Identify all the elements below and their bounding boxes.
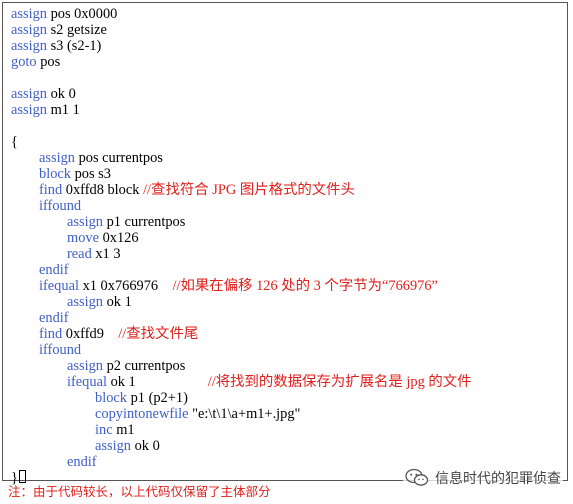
code-line: endif <box>11 310 563 326</box>
code-line: find 0xffd8 block //查找符合 JPG 图片格式的文件头 <box>11 182 563 198</box>
code-text: ok 1 <box>106 374 208 390</box>
code-keyword: ifequal <box>39 278 79 294</box>
code-text: pos 0x0000 <box>46 6 118 22</box>
code-comment: //将找到的数据保存为扩展名是 jpg 的文件 <box>207 374 472 390</box>
code-text: p2 currentpos <box>102 358 186 374</box>
code-line: { <box>11 134 563 150</box>
code-text: ok 1 <box>102 294 132 310</box>
code-keyword: assign <box>67 214 103 230</box>
code-keyword: goto <box>11 54 37 70</box>
code-line: assign s3 (s2-1) <box>11 38 563 54</box>
code-text: "e:\t\1\a+m1+.jpg" <box>188 406 301 422</box>
code-line: block pos s3 <box>11 166 563 182</box>
code-line: ifequal x1 0x766976 //如果在偏移 126 处的 3 个字节… <box>11 278 563 294</box>
code-line: iffound <box>11 342 563 358</box>
code-keyword: iffound <box>39 342 82 358</box>
code-keyword: assign <box>11 38 47 54</box>
code-line: assign ok 1 <box>11 294 563 310</box>
code-keyword: assign <box>11 22 47 38</box>
code-listing: assign pos 0x0000 assign s2 getsize assi… <box>11 6 563 486</box>
code-text: x1 3 <box>91 246 121 262</box>
code-line: assign p1 currentpos <box>11 214 563 230</box>
code-keyword: endif <box>67 454 97 470</box>
wechat-icon <box>405 468 429 488</box>
code-keyword: ifequal <box>67 374 107 390</box>
code-keyword: inc <box>95 422 113 438</box>
code-line: assign pos currentpos <box>11 150 563 166</box>
code-keyword: find <box>39 182 63 198</box>
code-keyword: assign <box>67 294 103 310</box>
watermark-text: 信息时代的犯罪侦查 <box>435 470 561 486</box>
code-text: p1 currentpos <box>102 214 186 230</box>
code-keyword: assign <box>39 150 75 166</box>
code-line: assign m1 1 <box>11 102 563 118</box>
code-line: endif <box>11 262 563 278</box>
code-text: pos s3 <box>70 166 111 182</box>
code-keyword: assign <box>67 358 103 374</box>
code-keyword: block <box>39 166 71 182</box>
code-listing-box: assign pos 0x0000 assign s2 getsize assi… <box>2 2 568 486</box>
code-keyword: iffound <box>39 198 82 214</box>
watermark: 信息时代的犯罪侦查 <box>403 466 563 490</box>
code-text: ok 0 <box>46 86 76 102</box>
code-line: assign s2 getsize <box>11 22 563 38</box>
code-keyword: read <box>67 246 92 262</box>
code-line: assign ok 0 <box>11 438 563 454</box>
code-line: read x1 3 <box>11 246 563 262</box>
code-keyword: endif <box>39 262 69 278</box>
code-keyword: assign <box>11 86 47 102</box>
code-text: p1 (p2+1) <box>126 390 188 406</box>
code-comment: //如果在偏移 126 处的 3 个字节为“766976” <box>172 278 438 294</box>
code-line: find 0xffd9 //查找文件尾 <box>11 326 563 342</box>
code-text: s2 getsize <box>46 22 107 38</box>
code-line: assign ok 0 <box>11 86 563 102</box>
code-text: 0xffd8 block <box>62 182 144 198</box>
code-comment: //查找文件尾 <box>118 326 199 342</box>
code-text: 0x126 <box>98 230 139 246</box>
footnote: 注：由于代码较长，以上代码仅保留了主体部分 <box>8 485 271 499</box>
code-comment: //查找符合 JPG 图片格式的文件头 <box>143 182 355 198</box>
code-line: inc m1 <box>11 422 563 438</box>
open-brace: { <box>11 134 18 150</box>
code-keyword: block <box>95 390 127 406</box>
code-keyword: copyintonewfile <box>95 406 189 422</box>
code-text: s3 (s2-1) <box>46 38 102 54</box>
code-line: move 0x126 <box>11 230 563 246</box>
code-text: pos currentpos <box>74 150 163 166</box>
code-line: copyintonewfile "e:\t\1\a+m1+.jpg" <box>11 406 563 422</box>
code-keyword: assign <box>95 438 131 454</box>
code-keyword: endif <box>39 310 69 326</box>
code-line: ifequal ok 1 //将找到的数据保存为扩展名是 jpg 的文件 <box>11 374 563 390</box>
code-text: 0xffd9 <box>62 326 119 342</box>
code-line: iffound <box>11 198 563 214</box>
code-line: assign p2 currentpos <box>11 358 563 374</box>
code-text: ok 0 <box>130 438 160 454</box>
code-text: m1 1 <box>46 102 80 118</box>
code-text: pos <box>36 54 61 70</box>
code-keyword: assign <box>11 6 47 22</box>
code-keyword: find <box>39 326 63 342</box>
code-line: assign pos 0x0000 <box>11 6 563 22</box>
code-line: block p1 (p2+1) <box>11 390 563 406</box>
code-text: x1 0x766976 <box>78 278 173 294</box>
text-cursor <box>18 470 26 483</box>
code-keyword: assign <box>11 102 47 118</box>
code-line: goto pos <box>11 54 563 70</box>
code-text: m1 <box>112 422 135 438</box>
code-keyword: move <box>67 230 99 246</box>
